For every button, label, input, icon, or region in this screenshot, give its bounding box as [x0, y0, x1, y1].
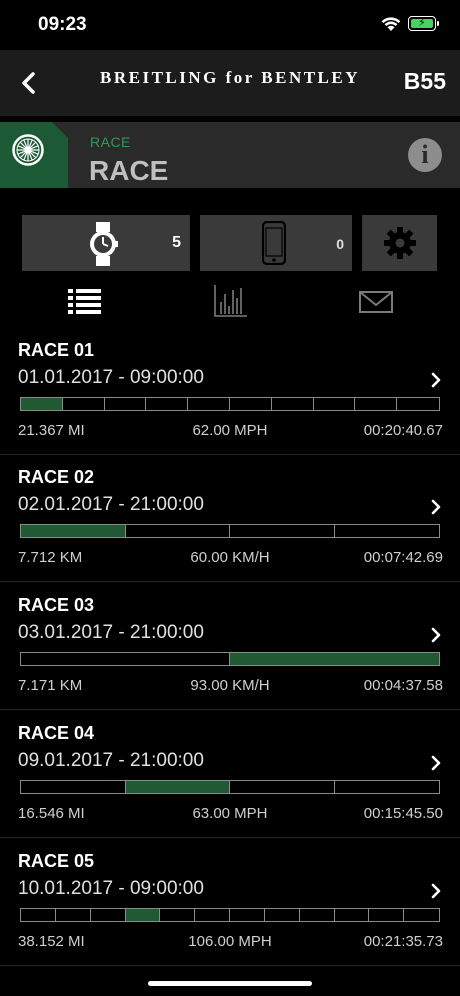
mode-header: RACE RACE	[0, 122, 460, 188]
lap-segment	[146, 398, 188, 410]
lap-segment	[21, 781, 126, 793]
lap-segment	[91, 909, 126, 921]
lap-segment	[195, 909, 230, 921]
lap-segment	[126, 525, 230, 537]
status-bar: 09:23 ⚡	[0, 0, 460, 50]
race-name: RACE 05	[18, 851, 95, 871]
tab-list-icon[interactable]	[66, 284, 106, 318]
lap-segment	[397, 398, 439, 410]
race-row[interactable]: RACE 04 09.01.2017 - 21:00:00 16.546 MI …	[0, 711, 460, 838]
home-indicator[interactable]	[148, 981, 312, 986]
lap-segment	[21, 909, 56, 921]
lap-segment	[21, 525, 126, 537]
race-lap-bar	[20, 652, 440, 666]
lap-segment	[105, 398, 146, 410]
chevron-right-icon[interactable]	[430, 372, 442, 388]
lap-segment	[230, 653, 439, 665]
race-date: 10.01.2017 - 09:00:00	[18, 878, 204, 899]
info-button[interactable]: i	[408, 138, 442, 172]
mode-title: RACE	[89, 155, 169, 186]
lap-segment	[314, 398, 355, 410]
race-lap-bar	[20, 397, 440, 411]
watch-count: 5	[172, 234, 181, 251]
mode-subtitle: RACE	[90, 134, 131, 150]
lap-segment	[63, 398, 105, 410]
watch-sync-button[interactable]: 5	[22, 215, 190, 271]
tab-mail-icon[interactable]	[357, 284, 397, 318]
race-row[interactable]: RACE 01 01.01.2017 - 09:00:00 21.367 MI …	[0, 328, 460, 455]
chevron-right-icon[interactable]	[430, 883, 442, 899]
race-name: RACE 01	[18, 340, 95, 360]
lap-segment	[230, 525, 335, 537]
race-name: RACE 02	[18, 467, 95, 487]
lap-segment	[188, 398, 230, 410]
race-date: 01.01.2017 - 09:00:00	[18, 367, 204, 388]
lap-segment	[272, 398, 314, 410]
phone-count: 0	[336, 236, 344, 252]
race-lap-bar	[20, 908, 440, 922]
lap-segment	[369, 909, 404, 921]
status-time: 09:23	[38, 14, 87, 35]
chevron-right-icon[interactable]	[430, 499, 442, 515]
settings-button[interactable]	[362, 215, 437, 271]
lap-segment	[230, 781, 335, 793]
lap-segment	[335, 525, 439, 537]
phone-icon	[262, 221, 286, 265]
race-duration: 00:21:35.73	[363, 933, 443, 950]
lap-segment	[21, 398, 63, 410]
race-name: RACE 04	[18, 723, 95, 743]
battery-icon: ⚡	[408, 16, 436, 31]
race-date: 09.01.2017 - 21:00:00	[18, 750, 204, 771]
chevron-right-icon[interactable]	[430, 627, 442, 643]
lap-segment	[335, 781, 439, 793]
lap-segment	[404, 909, 439, 921]
race-duration: 00:04:37.58	[363, 677, 443, 694]
race-name: RACE 03	[18, 595, 95, 615]
race-row[interactable]: RACE 03 03.01.2017 - 21:00:00 7.171 KM 9…	[0, 583, 460, 710]
race-lap-bar	[20, 780, 440, 794]
lap-segment	[56, 909, 91, 921]
lap-segment	[126, 909, 160, 921]
race-duration: 00:20:40.67	[363, 422, 443, 439]
lap-segment	[355, 398, 397, 410]
wheel-icon	[12, 134, 44, 166]
gear-icon	[384, 227, 416, 259]
lap-segment	[230, 398, 272, 410]
race-row[interactable]: RACE 05 10.01.2017 - 09:00:00 38.152 MI …	[0, 839, 460, 966]
race-row[interactable]: RACE 02 02.01.2017 - 21:00:00 7.712 KM 6…	[0, 455, 460, 582]
race-duration: 00:15:45.50	[363, 805, 443, 822]
lap-segment	[126, 781, 230, 793]
brand-logo: BREITLING for BENTLEY	[100, 68, 361, 87]
model-label: B55	[403, 68, 446, 94]
lap-segment	[265, 909, 300, 921]
chevron-right-icon[interactable]	[430, 755, 442, 771]
back-button[interactable]	[16, 66, 42, 100]
lap-segment	[230, 909, 265, 921]
watch-icon	[90, 222, 118, 266]
race-date: 02.01.2017 - 21:00:00	[18, 494, 204, 515]
race-date: 03.01.2017 - 21:00:00	[18, 622, 204, 643]
race-mode-badge	[0, 122, 68, 188]
tab-chart-icon[interactable]	[212, 284, 252, 318]
race-lap-bar	[20, 524, 440, 538]
lap-segment	[160, 909, 195, 921]
lap-segment	[335, 909, 369, 921]
lap-segment	[21, 653, 230, 665]
lap-segment	[300, 909, 335, 921]
race-duration: 00:07:42.69	[363, 549, 443, 566]
phone-sync-button[interactable]: 0	[200, 215, 352, 271]
wifi-icon	[381, 17, 401, 31]
nav-bar: BREITLING for BENTLEY B55	[0, 50, 460, 116]
